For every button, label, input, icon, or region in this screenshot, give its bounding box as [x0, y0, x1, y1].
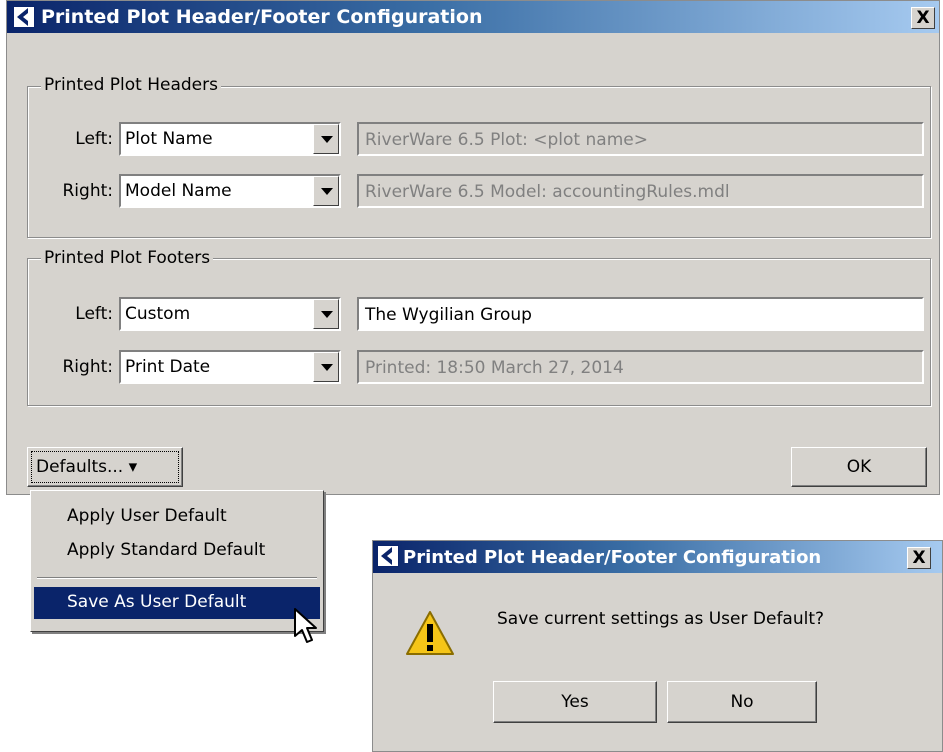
footer-right-select[interactable]: Print Date	[119, 350, 341, 384]
menu-item-save-as-user-default[interactable]: Save As User Default	[34, 587, 320, 619]
riverware-logo-icon	[13, 6, 35, 28]
chevron-down-icon	[321, 188, 333, 195]
no-button[interactable]: No	[667, 681, 817, 723]
confirm-dialog: Printed Plot Header/Footer Configuration…	[372, 540, 943, 752]
main-title-bar[interactable]: Printed Plot Header/Footer Configuration…	[7, 1, 939, 33]
header-right-select[interactable]: Model Name	[119, 174, 341, 208]
footer-left-text-value: The Wygilian Group	[365, 305, 532, 325]
header-left-text-value: RiverWare 6.5 Plot: <plot name>	[365, 130, 648, 150]
defaults-button[interactable]: Defaults... ▾	[27, 447, 183, 487]
header-right-text-value: RiverWare 6.5 Model: accountingRules.mdl	[365, 182, 730, 202]
ok-button-label: OK	[846, 457, 872, 477]
menu-separator	[37, 577, 317, 579]
menu-item-apply-standard-default[interactable]: Apply Standard Default	[34, 535, 320, 567]
header-right-label: Right:	[62, 181, 114, 201]
no-button-label: No	[730, 692, 754, 712]
main-close-button[interactable]: X	[911, 7, 935, 29]
header-right-text-field: RiverWare 6.5 Model: accountingRules.mdl	[357, 174, 924, 208]
menu-item-label: Save As User Default	[67, 592, 247, 612]
chevron-down-icon	[321, 311, 333, 318]
header-right-select-value: Model Name	[125, 181, 232, 201]
footer-right-text-field: Printed: 18:50 March 27, 2014	[357, 350, 924, 384]
header-left-dropdown-button[interactable]	[313, 124, 339, 154]
menu-item-apply-user-default[interactable]: Apply User Default	[34, 501, 320, 533]
main-dialog: Printed Plot Header/Footer Configuration…	[6, 0, 940, 495]
headers-group-label: Printed Plot Headers	[41, 75, 221, 95]
header-left-select-value: Plot Name	[125, 129, 213, 149]
warning-icon	[406, 611, 454, 655]
footer-left-select-value: Custom	[125, 304, 191, 324]
footer-left-text-field[interactable]: The Wygilian Group	[357, 297, 924, 331]
defaults-menu: Apply User Default Apply Standard Defaul…	[30, 490, 324, 632]
main-dialog-title: Printed Plot Header/Footer Configuration	[41, 6, 483, 28]
defaults-button-label: Defaults... ▾	[36, 457, 138, 477]
footer-left-dropdown-button[interactable]	[313, 299, 339, 329]
menu-item-label: Apply Standard Default	[67, 540, 266, 560]
mouse-cursor-icon	[294, 608, 317, 643]
chevron-down-icon	[321, 364, 333, 371]
header-left-label: Left:	[75, 129, 113, 149]
headers-group	[27, 86, 931, 238]
yes-button-label: Yes	[561, 692, 589, 712]
footer-right-select-value: Print Date	[125, 357, 211, 377]
confirm-title-bar[interactable]: Printed Plot Header/Footer Configuration…	[373, 541, 942, 573]
footer-left-select[interactable]: Custom	[119, 297, 341, 331]
footer-right-text-value: Printed: 18:50 March 27, 2014	[365, 358, 624, 378]
footer-right-dropdown-button[interactable]	[313, 352, 339, 382]
chevron-down-icon	[321, 136, 333, 143]
confirm-dialog-title: Printed Plot Header/Footer Configuration	[403, 547, 822, 568]
yes-button[interactable]: Yes	[493, 681, 657, 723]
footer-left-label: Left:	[75, 304, 113, 324]
menu-item-label: Apply User Default	[67, 506, 227, 526]
header-right-dropdown-button[interactable]	[313, 176, 339, 206]
footer-right-label: Right:	[62, 357, 114, 377]
footers-group-label: Printed Plot Footers	[41, 248, 214, 268]
ok-button[interactable]: OK	[791, 447, 927, 487]
riverware-logo-icon	[377, 545, 399, 567]
header-left-text-field: RiverWare 6.5 Plot: <plot name>	[357, 122, 924, 156]
header-left-select[interactable]: Plot Name	[119, 122, 341, 156]
confirm-message: Save current settings as User Default?	[497, 609, 825, 629]
confirm-close-button[interactable]: X	[907, 547, 931, 569]
